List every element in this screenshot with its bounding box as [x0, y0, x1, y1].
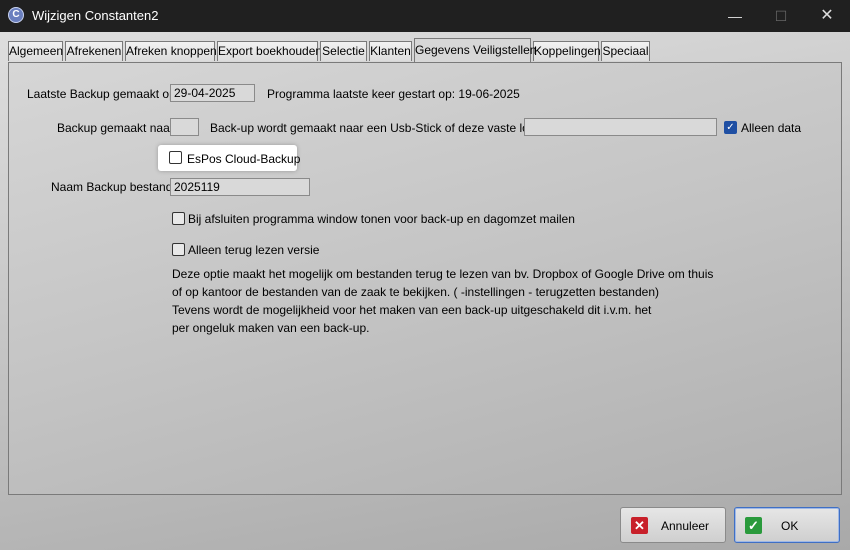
backup-drive-field[interactable] — [170, 118, 199, 136]
backup-location-text: Back-up wordt gemaakt naar een Usb-Stick… — [210, 121, 558, 135]
backup-name-label: Naam Backup bestand — [51, 180, 173, 194]
tab-speciaal[interactable]: Speciaal — [601, 41, 650, 61]
tab-klanten[interactable]: Klanten — [369, 41, 412, 61]
close-button[interactable]: ✕ — [804, 0, 850, 32]
info-line: of op kantoor de bestanden van de zaak t… — [172, 285, 659, 299]
tab-selectie[interactable]: Selectie — [320, 41, 367, 61]
minimize-button[interactable]: — — [712, 0, 758, 32]
info-line: per ongeluk maken van een back-up. — [172, 321, 370, 335]
backup-location-field[interactable] — [524, 118, 717, 136]
cancel-button[interactable]: ✕ Annuleer — [620, 507, 726, 543]
show-window-checkbox[interactable] — [172, 212, 185, 225]
only-data-checkbox[interactable]: ✓ — [724, 121, 737, 134]
program-started-text: Programma laatste keer gestart op: 19-06… — [267, 87, 520, 101]
show-window-label: Bij afsluiten programma window tonen voo… — [188, 212, 575, 226]
backup-name-field[interactable]: 2025119 — [170, 178, 310, 196]
maximize-button[interactable]: ☐ — [758, 0, 804, 32]
cancel-icon: ✕ — [631, 517, 648, 534]
tab-afreken-knoppen[interactable]: Afreken knoppen — [125, 41, 217, 61]
cloud-backup-label: EsPos Cloud-Backup — [187, 152, 301, 166]
only-data-label: Alleen data — [741, 121, 802, 135]
title-bar: C Wijzigen Constanten2 — ☐ ✕ — [0, 0, 850, 32]
window-title: Wijzigen Constanten2 — [32, 8, 159, 23]
tab-export-boekhouden[interactable]: Export boekhouden — [217, 41, 322, 61]
last-backup-field[interactable]: 29-04-2025 — [170, 84, 255, 102]
ok-icon: ✓ — [745, 517, 762, 534]
tab-gegevens-veiligstellen[interactable]: Gegevens Veiligstellen — [414, 38, 536, 62]
last-backup-label: Laatste Backup gemaakt op — [27, 87, 176, 101]
info-line: Deze optie maakt het mogelijk om bestand… — [172, 267, 714, 281]
app-icon: C — [8, 7, 24, 23]
ok-label: OK — [781, 519, 799, 533]
backup-to-label: Backup gemaakt naar — [57, 121, 174, 135]
read-only-checkbox[interactable] — [172, 243, 185, 256]
tab-algemeen[interactable]: Algemeen — [8, 41, 63, 61]
tab-koppelingen[interactable]: Koppelingen — [533, 41, 601, 61]
ok-button[interactable]: ✓ OK — [734, 507, 840, 543]
read-only-info-text: Deze optie maakt het mogelijk om bestand… — [172, 265, 713, 337]
read-only-label: Alleen terug lezen versie — [188, 243, 320, 257]
cancel-label: Annuleer — [661, 519, 710, 533]
dialog-client: Algemeen Afrekenen Afreken knoppen Expor… — [0, 32, 850, 550]
info-line: Tevens wordt de mogelijkheid voor het ma… — [172, 303, 652, 317]
tab-afrekenen[interactable]: Afrekenen — [65, 41, 123, 61]
cloud-backup-checkbox[interactable] — [169, 151, 182, 164]
